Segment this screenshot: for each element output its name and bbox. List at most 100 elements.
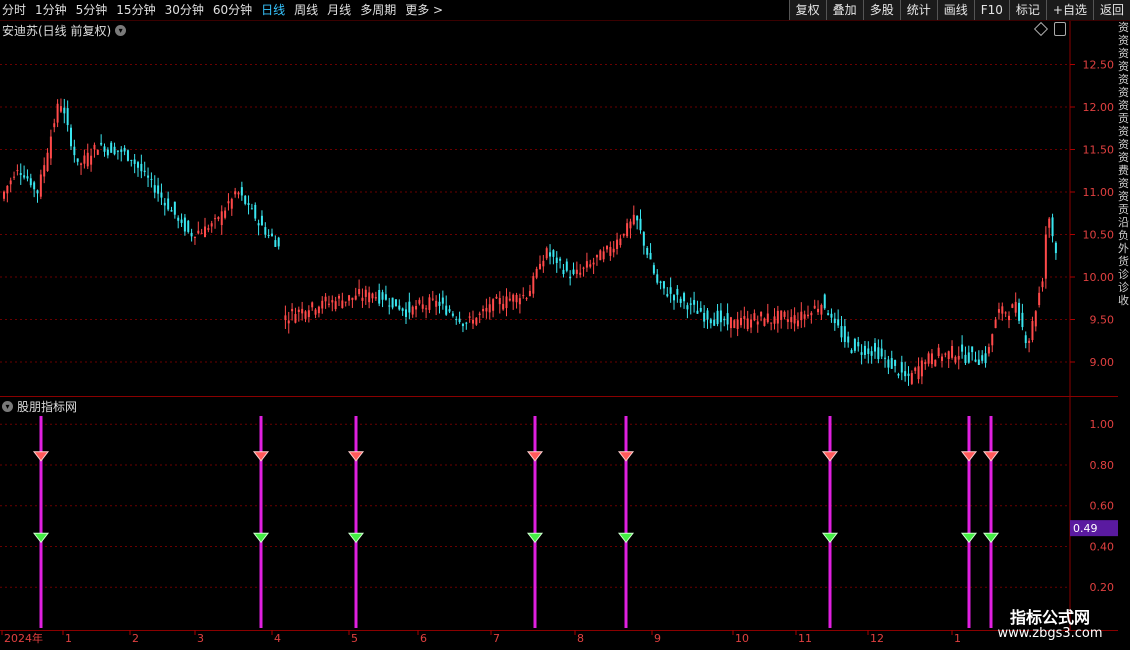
- chart-canvas[interactable]: 12.50 12.00 11.50 11.00 10.50 10.00 9.50 9.00 1.…: [0, 0, 1118, 650]
- candle-body: [974, 359, 977, 362]
- candle-body: [927, 353, 930, 364]
- candle-body: [595, 254, 598, 258]
- candle-body: [3, 191, 5, 199]
- candle-body: [783, 311, 786, 317]
- candle-body: [435, 300, 438, 307]
- red-signal-marker: [982, 451, 1000, 462]
- candle-body: [36, 190, 39, 194]
- x-axis-label: 1: [954, 632, 961, 645]
- candle-body: [23, 175, 26, 178]
- candle-body: [408, 301, 411, 313]
- candle-body: [766, 313, 769, 323]
- candle-body: [492, 299, 495, 311]
- candle-body: [324, 296, 327, 302]
- watermark-url: www.zbgs3.com: [997, 626, 1103, 641]
- green-signal-marker: [347, 532, 365, 544]
- candle-body: [257, 223, 260, 226]
- candle-body: [207, 228, 210, 230]
- candle-body: [528, 290, 531, 297]
- candle-body: [626, 223, 629, 237]
- candle-body: [857, 342, 860, 347]
- candle-body: [910, 373, 913, 384]
- candle-body: [368, 292, 371, 303]
- candle-body: [294, 314, 297, 323]
- candle-body: [381, 292, 384, 300]
- candle-body: [488, 304, 491, 313]
- candle-body: [498, 298, 501, 305]
- candle-body: [247, 203, 250, 205]
- candle-body: [100, 142, 103, 145]
- candle-body: [639, 218, 642, 231]
- candle-body: [341, 300, 344, 308]
- candle-body: [522, 295, 525, 297]
- red-signal-marker: [960, 451, 978, 462]
- candle-body: [981, 355, 984, 361]
- candle-body: [907, 373, 910, 376]
- candle-body: [277, 237, 280, 247]
- candle-body: [140, 163, 143, 172]
- candle-body: [143, 170, 146, 172]
- candle-body: [478, 313, 481, 316]
- candle-body: [518, 298, 521, 305]
- candle-body: [736, 319, 739, 329]
- candle-body: [740, 317, 742, 326]
- candle-body: [1041, 281, 1044, 288]
- candle-body: [575, 269, 578, 274]
- candle-body: [291, 308, 294, 312]
- candle-body: [240, 187, 243, 196]
- candle-body: [900, 362, 903, 373]
- candle-body: [790, 317, 793, 323]
- candle-body: [622, 233, 625, 236]
- chevron-down-icon[interactable]: ▾: [2, 400, 13, 412]
- main-y-tick-label: 12.00: [1083, 101, 1115, 114]
- main-y-tick-label: 12.50: [1083, 59, 1115, 72]
- candle-body: [508, 298, 511, 301]
- candle-body: [616, 239, 619, 250]
- candle-body: [840, 326, 843, 338]
- candle-body: [167, 198, 170, 210]
- candle-body: [130, 159, 133, 161]
- candle-body: [559, 258, 562, 261]
- red-signal-marker: [252, 451, 270, 462]
- candle-body: [833, 318, 836, 324]
- candle-body: [763, 318, 766, 326]
- candle-body: [96, 150, 99, 155]
- candle-body: [157, 185, 160, 194]
- candle-body: [455, 319, 458, 321]
- red-signal-marker: [347, 451, 365, 462]
- candle-body: [391, 297, 394, 308]
- main-y-tick-label: 9.00: [1090, 356, 1115, 369]
- candle-body: [941, 356, 943, 361]
- candle-body: [679, 298, 682, 303]
- candle-body: [465, 322, 468, 324]
- candle-body: [870, 351, 873, 356]
- green-signal-marker: [982, 532, 1000, 544]
- indicator-y-tick-label: 0.60: [1090, 500, 1115, 513]
- candle-body: [853, 338, 856, 351]
- candle-body: [458, 318, 461, 323]
- green-signal-marker: [960, 532, 978, 544]
- candle-body: [445, 305, 448, 315]
- candle-body: [53, 123, 56, 128]
- candle-body: [271, 233, 273, 236]
- candle-body: [177, 217, 180, 221]
- green-signal-marker: [821, 532, 839, 544]
- candle-body: [669, 287, 672, 294]
- candle-body: [609, 247, 612, 256]
- candle-body: [43, 165, 46, 177]
- candle-body: [750, 319, 753, 328]
- candle-body: [163, 202, 166, 206]
- candle-body: [830, 313, 833, 318]
- candle-body: [153, 185, 156, 193]
- candle-body: [673, 295, 675, 301]
- candle-body: [461, 323, 464, 327]
- candle-body: [110, 142, 113, 153]
- candle-body: [954, 356, 957, 363]
- candle-body: [760, 311, 763, 317]
- candle-body: [780, 310, 783, 320]
- candle-body: [297, 309, 300, 312]
- candle-body: [76, 158, 79, 162]
- candle-body: [964, 354, 967, 364]
- candle-body: [1008, 315, 1010, 321]
- candle-body: [659, 281, 662, 283]
